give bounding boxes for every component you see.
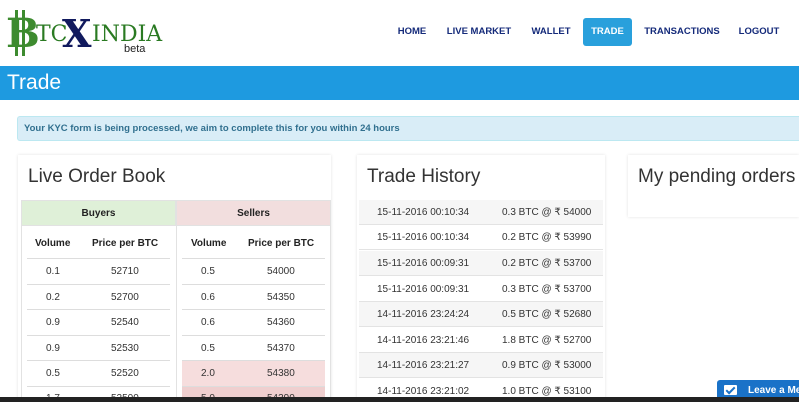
seller-volume: 2.0 xyxy=(201,368,215,379)
trade-amount: 1.8 BTC @ ₹ 52700 xyxy=(502,335,592,346)
kyc-alert-text: Your KYC form is being processed, we aim… xyxy=(24,123,400,134)
trade-history-row[interactable]: 14-11-2016 23:24:24 0.5 BTC @ ₹ 52680 xyxy=(359,302,603,327)
buyer-price: 52700 xyxy=(111,292,139,303)
sellers-header: Sellers xyxy=(176,200,331,226)
trade-history-row[interactable]: 15-11-2016 00:09:31 0.2 BTC @ ₹ 53700 xyxy=(359,251,603,276)
seller-volume: 0.6 xyxy=(201,292,215,303)
sellers-volume-header: Volume xyxy=(191,238,227,249)
envelope-icon xyxy=(724,385,737,395)
trade-history-row[interactable]: 14-11-2016 23:21:46 1.8 BTC @ ₹ 52700 xyxy=(359,328,603,353)
logo-beta: beta xyxy=(124,43,146,55)
trade-amount: 0.2 BTC @ ₹ 53700 xyxy=(502,258,592,269)
nav-logout[interactable]: LOGOUT xyxy=(734,18,784,46)
seller-volume: 0.5 xyxy=(201,343,215,354)
kyc-alert: Your KYC form is being processed, we aim… xyxy=(17,116,799,141)
trade-date: 14-11-2016 23:21:27 xyxy=(377,360,470,371)
seller-price: 54370 xyxy=(267,343,295,354)
trade-amount: 0.2 BTC @ ₹ 53990 xyxy=(502,232,592,243)
nav-trade[interactable]: TRADE xyxy=(583,18,632,46)
buyer-volume: 0.9 xyxy=(46,343,60,354)
trade-amount: 0.3 BTC @ ₹ 54000 xyxy=(502,207,592,218)
trade-date: 15-11-2016 00:10:34 xyxy=(377,207,470,218)
page-banner: Trade xyxy=(0,66,799,100)
trade-history-row[interactable]: 15-11-2016 00:09:31 0.3 BTC @ ₹ 53700 xyxy=(359,277,603,302)
seller-volume: 0.5 xyxy=(201,266,215,277)
nav-live-market[interactable]: LIVE MARKET xyxy=(444,18,514,46)
nav-wallet[interactable]: WALLET xyxy=(528,18,574,46)
trade-date: 15-11-2016 00:10:34 xyxy=(377,232,470,243)
order-book-divider xyxy=(176,226,177,402)
buyer-price: 52710 xyxy=(111,266,139,277)
trade-amount: 0.9 BTC @ ₹ 53000 xyxy=(502,360,592,371)
seller-price: 54360 xyxy=(267,317,295,328)
order-book-right-border xyxy=(330,226,331,402)
buyers-volume-header: Volume xyxy=(35,238,71,249)
trade-history-row[interactable]: 15-11-2016 00:10:34 0.3 BTC @ ₹ 54000 xyxy=(359,200,603,225)
buyer-volume: 0.9 xyxy=(46,317,60,328)
trade-history-title: Trade History xyxy=(367,166,481,187)
trade-amount: 0.5 BTC @ ₹ 52680 xyxy=(502,309,592,320)
order-book-title: Live Order Book xyxy=(28,166,166,187)
trade-date: 14-11-2016 23:24:24 xyxy=(377,309,470,320)
sellers-price-header: Price per BTC xyxy=(248,238,315,249)
trade-amount: 0.3 BTC @ ₹ 53700 xyxy=(502,284,592,295)
seller-price: 54380 xyxy=(267,368,295,379)
trade-amount: 1.0 BTC @ ₹ 53100 xyxy=(502,386,592,397)
nav-transactions[interactable]: TRANSACTIONS xyxy=(643,18,721,46)
nav-home[interactable]: HOME xyxy=(393,18,431,46)
buyer-volume: 0.2 xyxy=(46,292,60,303)
window-bottom-edge xyxy=(0,397,799,402)
trade-date: 14-11-2016 23:21:46 xyxy=(377,335,470,346)
seller-volume: 0.6 xyxy=(201,317,215,328)
buyer-volume: 0.1 xyxy=(46,266,60,277)
logo-x: X xyxy=(62,11,92,56)
btcxindia-logo[interactable]: B TC X INDIA beta xyxy=(6,10,162,58)
page-title: Trade xyxy=(7,71,62,94)
buyer-price: 52520 xyxy=(111,368,139,379)
buyer-volume: 0.5 xyxy=(46,368,60,379)
seller-price: 54350 xyxy=(267,292,295,303)
trade-date: 15-11-2016 00:09:31 xyxy=(377,258,470,269)
buyer-price: 52530 xyxy=(111,343,139,354)
chat-label: Leave a Me xyxy=(748,385,799,396)
pending-orders-title: My pending orders xyxy=(638,166,796,187)
buyers-header: Buyers xyxy=(21,200,176,226)
buyer-price: 52540 xyxy=(111,317,139,328)
order-book-left-border xyxy=(21,226,22,402)
site-header: B TC X INDIA beta HOME LIVE MARKET WALLE… xyxy=(0,0,799,66)
buyers-price-header: Price per BTC xyxy=(92,238,159,249)
trade-date: 15-11-2016 00:09:31 xyxy=(377,284,470,295)
trade-history-row[interactable]: 15-11-2016 00:10:34 0.2 BTC @ ₹ 53990 xyxy=(359,225,603,250)
seller-price: 54000 xyxy=(267,266,295,277)
trade-date: 14-11-2016 23:21:02 xyxy=(377,386,470,397)
trade-history-row[interactable]: 14-11-2016 23:21:27 0.9 BTC @ ₹ 53000 xyxy=(359,353,603,378)
